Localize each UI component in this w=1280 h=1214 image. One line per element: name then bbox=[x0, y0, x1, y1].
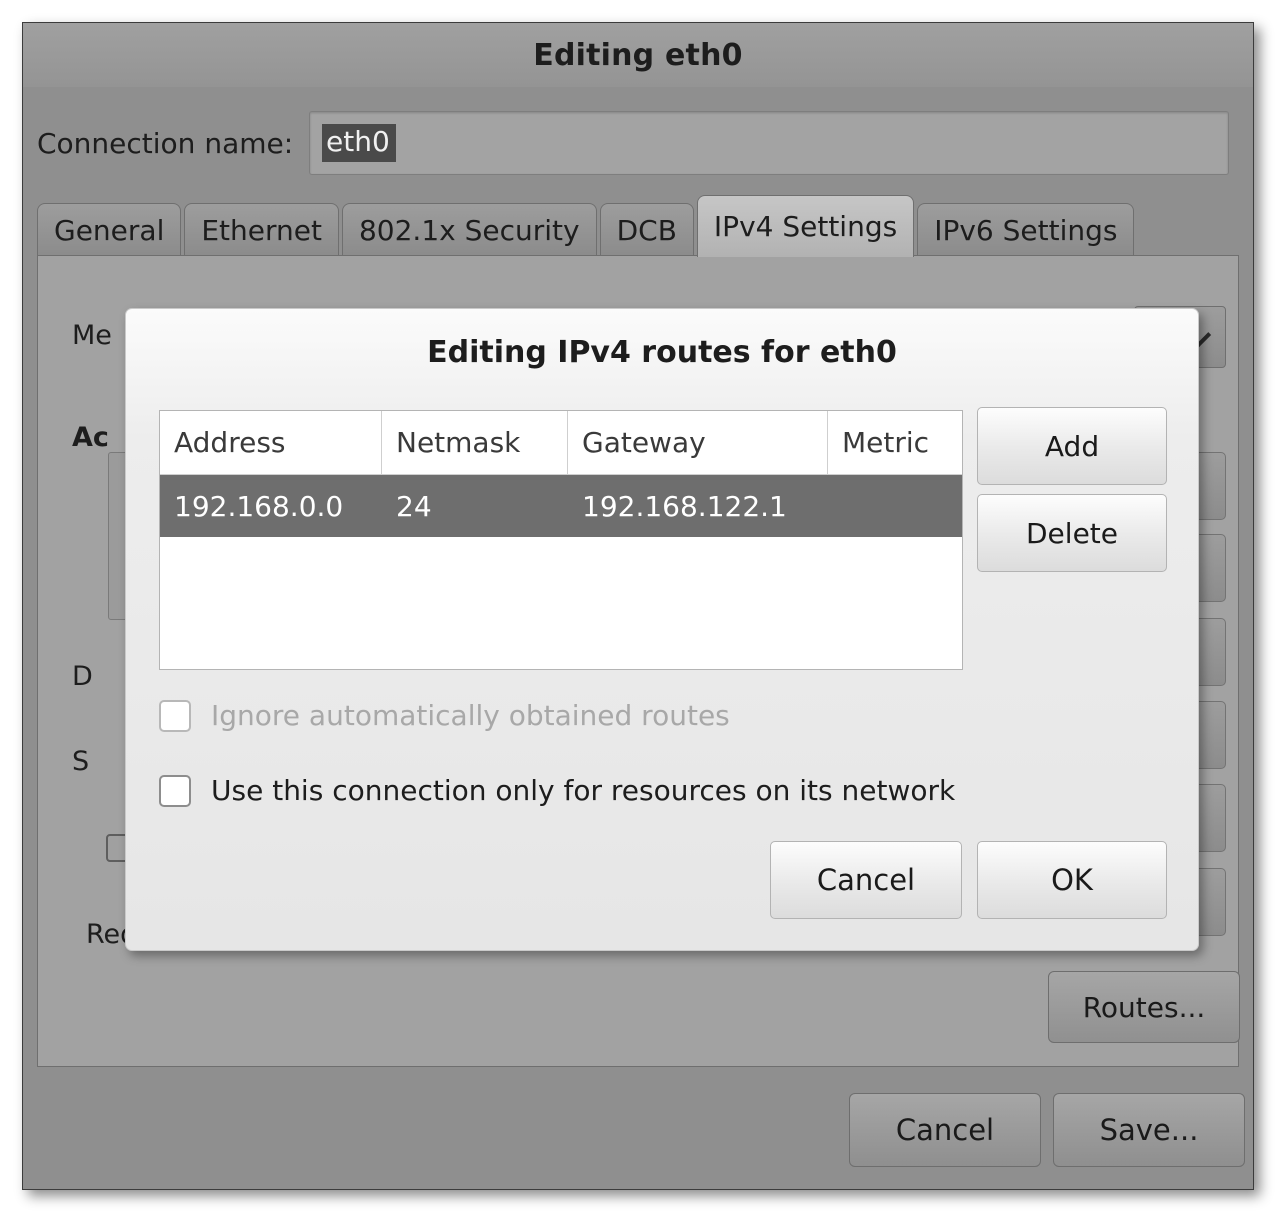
tab-ipv6-settings[interactable]: IPv6 Settings bbox=[917, 203, 1135, 257]
ignore-auto-routes-label: Ignore automatically obtained routes bbox=[211, 699, 730, 732]
settings-tabstrip: General Ethernet 802.1x Security DCB IPv… bbox=[37, 195, 1239, 257]
save-button-label: Save... bbox=[1099, 1113, 1199, 1147]
dialog-ok-button[interactable]: OK bbox=[977, 841, 1167, 919]
column-header-address[interactable]: Address bbox=[160, 411, 382, 474]
tab-label: Ethernet bbox=[201, 214, 322, 247]
dns-servers-label: D bbox=[72, 661, 93, 692]
table-row[interactable]: 192.168.0.0 24 192.168.122.1 bbox=[160, 475, 962, 537]
window-titlebar: Editing eth0 bbox=[23, 23, 1253, 87]
tab-ethernet[interactable]: Ethernet bbox=[184, 203, 339, 257]
tab-label: IPv4 Settings bbox=[713, 210, 898, 243]
dialog-cancel-button-label: Cancel bbox=[816, 863, 916, 897]
addresses-label: Ac bbox=[72, 422, 109, 453]
column-header-label: Metric bbox=[842, 426, 930, 459]
window-title: Editing eth0 bbox=[533, 37, 743, 73]
cell-address[interactable]: 192.168.0.0 bbox=[160, 475, 382, 537]
routes-table[interactable]: Address Netmask Gateway Metric 192.168.0… bbox=[159, 410, 963, 670]
routes-table-header: Address Netmask Gateway Metric bbox=[160, 411, 962, 475]
routes-button[interactable]: Routes... bbox=[1048, 971, 1240, 1043]
delete-route-button[interactable]: Delete bbox=[977, 494, 1167, 572]
dialog-cancel-button[interactable]: Cancel bbox=[770, 841, 962, 919]
tab-general[interactable]: General bbox=[37, 203, 182, 257]
cell-netmask[interactable]: 24 bbox=[382, 475, 568, 537]
column-header-label: Netmask bbox=[396, 426, 521, 459]
cell-metric[interactable] bbox=[828, 475, 962, 537]
tab-label: DCB bbox=[616, 214, 677, 247]
tab-8021x-security[interactable]: 802.1x Security bbox=[341, 203, 597, 257]
delete-route-button-label: Delete bbox=[1026, 516, 1118, 550]
column-header-label: Address bbox=[174, 426, 286, 459]
routes-button-label: Routes... bbox=[1082, 990, 1206, 1024]
connection-name-row: Connection name: eth0 bbox=[23, 109, 1253, 177]
local-routes-only-checkbox[interactable] bbox=[159, 774, 191, 807]
column-header-gateway[interactable]: Gateway bbox=[568, 411, 828, 474]
tab-label: IPv6 Settings bbox=[934, 214, 1118, 247]
column-header-netmask[interactable]: Netmask bbox=[382, 411, 568, 474]
tab-ipv4-settings[interactable]: IPv4 Settings bbox=[696, 195, 915, 257]
window-action-bar: Cancel Save... bbox=[23, 1071, 1253, 1189]
tab-dcb[interactable]: DCB bbox=[599, 203, 694, 257]
connection-name-label: Connection name: bbox=[37, 126, 294, 160]
cell-gateway[interactable]: 192.168.122.1 bbox=[568, 475, 828, 537]
ipv4-routes-dialog-title: Editing IPv4 routes for eth0 bbox=[427, 335, 897, 370]
method-label: Me bbox=[72, 320, 112, 351]
add-route-button[interactable]: Add bbox=[977, 407, 1167, 485]
search-domains-label: S bbox=[72, 746, 90, 777]
dialog-ok-button-label: OK bbox=[1051, 863, 1093, 897]
editing-connection-window: Editing eth0 Connection name: eth0 Gener… bbox=[22, 22, 1254, 1190]
save-button[interactable]: Save... bbox=[1053, 1093, 1245, 1167]
add-route-button-label: Add bbox=[1044, 429, 1100, 463]
column-header-metric[interactable]: Metric bbox=[828, 411, 962, 474]
ignore-auto-routes-row[interactable]: Ignore automatically obtained routes bbox=[159, 699, 730, 732]
tab-label: 802.1x Security bbox=[358, 214, 580, 247]
ipv4-routes-dialog: Editing IPv4 routes for eth0 Address Net… bbox=[125, 308, 1199, 951]
cancel-button-label: Cancel bbox=[895, 1113, 995, 1147]
local-routes-only-label: Use this connection only for resources o… bbox=[211, 774, 956, 807]
tab-label: General bbox=[54, 214, 165, 247]
column-header-label: Gateway bbox=[582, 426, 706, 459]
connection-name-value: eth0 bbox=[322, 124, 396, 162]
local-routes-only-row[interactable]: Use this connection only for resources o… bbox=[159, 774, 955, 807]
connection-name-input[interactable]: eth0 bbox=[309, 111, 1229, 175]
ignore-auto-routes-checkbox[interactable] bbox=[159, 699, 191, 732]
cancel-button[interactable]: Cancel bbox=[849, 1093, 1041, 1167]
